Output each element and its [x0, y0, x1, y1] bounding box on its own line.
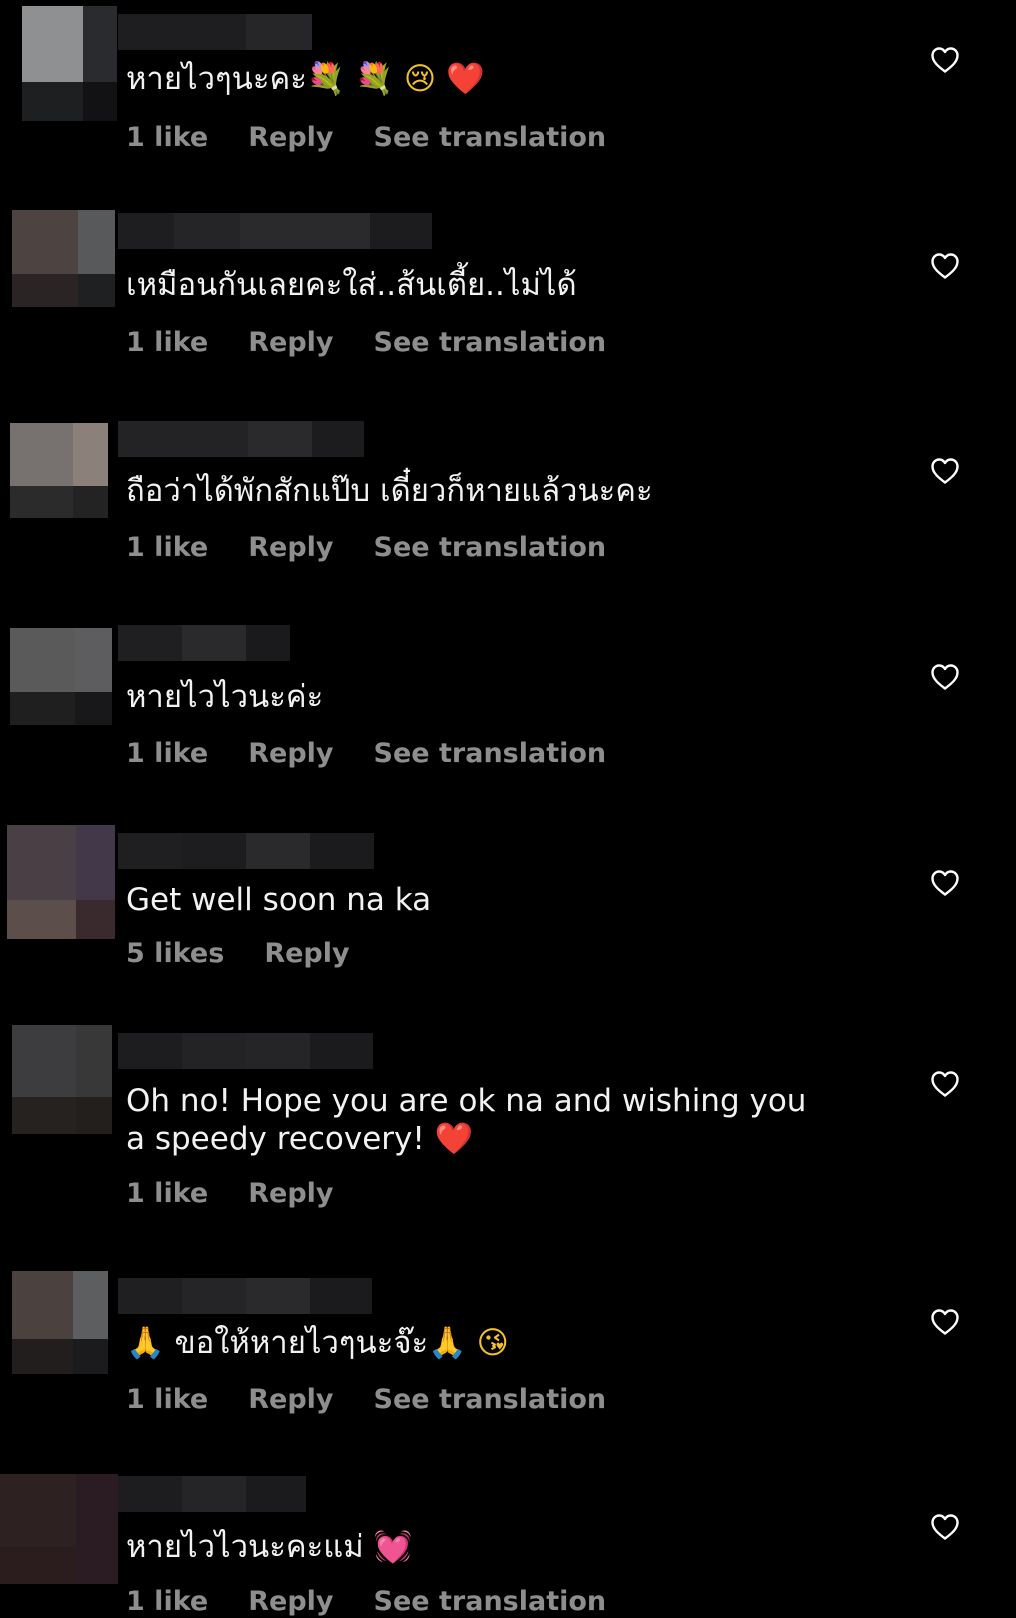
- reply-button[interactable]: Reply: [248, 1586, 333, 1618]
- likes-count[interactable]: 1 like: [126, 738, 208, 770]
- avatar[interactable]: [10, 423, 108, 518]
- see-translation-button[interactable]: See translation: [374, 738, 607, 770]
- comment-text: Oh no! Hope you are ok na and wishing yo…: [126, 1083, 817, 1157]
- username-redacted[interactable]: [118, 421, 364, 457]
- reply-button[interactable]: Reply: [248, 327, 333, 359]
- comment-meta: 1 like Reply: [126, 1178, 374, 1210]
- bouquet-emoji: 💐: [355, 61, 394, 97]
- reply-button[interactable]: Reply: [248, 532, 333, 564]
- reply-button[interactable]: Reply: [248, 738, 333, 770]
- see-translation-button[interactable]: See translation: [374, 532, 607, 564]
- comment-meta: 5 likes Reply: [126, 938, 390, 970]
- beating-heart-emoji: 💓: [373, 1529, 413, 1565]
- likes-count[interactable]: 1 like: [126, 1384, 208, 1416]
- like-heart-icon[interactable]: [930, 663, 960, 691]
- likes-count[interactable]: 1 like: [126, 327, 208, 359]
- comment-text: หายไวๆนะคะ💐 💐 😢 ❤️: [126, 61, 485, 97]
- likes-count[interactable]: 5 likes: [126, 938, 224, 970]
- comment-text: หายไวไวนะค่ะ: [126, 679, 324, 715]
- likes-count[interactable]: 1 like: [126, 1586, 208, 1618]
- like-heart-icon[interactable]: [930, 869, 960, 897]
- likes-count[interactable]: 1 like: [126, 1178, 208, 1210]
- username-redacted[interactable]: [118, 14, 312, 50]
- username-redacted[interactable]: [118, 1033, 373, 1069]
- username-redacted[interactable]: [118, 213, 432, 249]
- like-heart-icon[interactable]: [930, 1308, 960, 1336]
- comment-meta: 1 like Reply See translation: [126, 738, 646, 770]
- red-heart-emoji: ❤️: [446, 61, 485, 97]
- username-redacted[interactable]: [118, 833, 374, 869]
- reply-button[interactable]: Reply: [248, 1384, 333, 1416]
- comment-meta: 1 like Reply See translation: [126, 327, 646, 359]
- avatar[interactable]: [7, 825, 115, 939]
- comment-meta: 1 like Reply See translation: [126, 1586, 646, 1618]
- see-translation-button[interactable]: See translation: [374, 327, 607, 359]
- likes-count[interactable]: 1 like: [126, 532, 208, 564]
- likes-count[interactable]: 1 like: [126, 122, 208, 154]
- like-heart-icon[interactable]: [930, 457, 960, 485]
- like-heart-icon[interactable]: [930, 1070, 960, 1098]
- crying-face-emoji: 😢: [403, 61, 437, 97]
- comment-meta: 1 like Reply See translation: [126, 122, 646, 154]
- avatar[interactable]: [12, 210, 115, 307]
- like-heart-icon[interactable]: [930, 252, 960, 280]
- comment-text: 🙏 ขอให้หายไวๆนะจ๊ะ🙏 😘: [126, 1325, 509, 1361]
- like-heart-icon[interactable]: [930, 1513, 960, 1541]
- red-heart-emoji: ❤️: [434, 1121, 474, 1157]
- bouquet-emoji: 💐: [306, 61, 346, 97]
- username-redacted[interactable]: [118, 1476, 306, 1512]
- comment-text: เหมือนกันเลยคะใส่..ส้นเตี้ย..ไม่ได้: [126, 267, 577, 303]
- like-heart-icon[interactable]: [930, 46, 960, 74]
- reply-button[interactable]: Reply: [264, 938, 349, 970]
- see-translation-button[interactable]: See translation: [374, 1586, 607, 1618]
- comment-meta: 1 like Reply See translation: [126, 532, 646, 564]
- folded-hands-emoji: 🙏: [428, 1325, 467, 1361]
- avatar[interactable]: [0, 1474, 118, 1584]
- face-blowing-kiss-emoji: 😘: [476, 1325, 509, 1361]
- comment-text: ถือว่าได้พักสักแป๊บ เดี๋ยวก็หายแล้วนะคะ: [126, 473, 653, 509]
- username-redacted[interactable]: [118, 625, 290, 661]
- comment-meta: 1 like Reply See translation: [126, 1384, 646, 1416]
- comment-text: Get well soon na ka: [126, 882, 432, 918]
- folded-hands-emoji: 🙏: [126, 1325, 165, 1361]
- see-translation-button[interactable]: See translation: [374, 122, 607, 154]
- avatar[interactable]: [10, 628, 112, 725]
- comment-text: หายไวไวนะคะแม่ 💓: [126, 1529, 413, 1565]
- username-redacted[interactable]: [118, 1278, 372, 1314]
- see-translation-button[interactable]: See translation: [374, 1384, 607, 1416]
- reply-button[interactable]: Reply: [248, 122, 333, 154]
- avatar[interactable]: [12, 1271, 108, 1374]
- avatar[interactable]: [12, 1025, 112, 1134]
- avatar[interactable]: [22, 6, 117, 121]
- reply-button[interactable]: Reply: [248, 1178, 333, 1210]
